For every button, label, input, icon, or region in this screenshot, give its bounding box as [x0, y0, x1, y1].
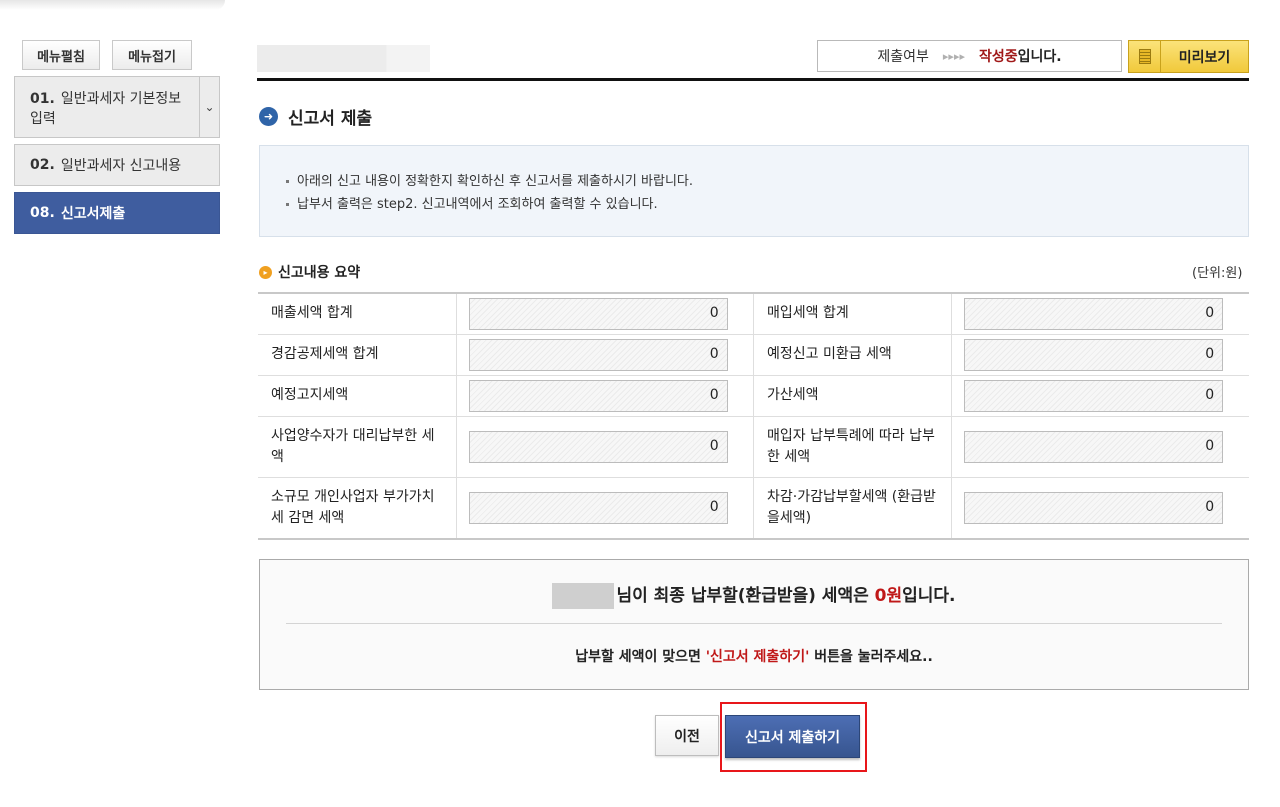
summary-table: 매출세액 합계 0 매입세액 합계 0 경감공제세액 합계 0 예정신고 미환급…: [258, 292, 1249, 540]
value-cell: 0: [952, 293, 1249, 334]
row-label: 매입자 납부특례에 따라 납부한 세액: [753, 416, 951, 477]
sidebar-item-number: 02.: [30, 157, 55, 173]
value-cell: 0: [456, 334, 753, 375]
final-amount-box: 님이 최종 납부할(환급받을) 세액은 0원입니다. 납부할 세액이 맞으면 '…: [259, 559, 1249, 690]
row-label: 예정고지세액: [258, 375, 456, 416]
instruction-quote: '신고서 제출하기': [706, 649, 810, 665]
menu-expand-button[interactable]: 메뉴펼침: [22, 40, 100, 70]
row-label: 매입세액 합계: [753, 293, 951, 334]
instruction-prefix: 납부할 세액이 맞으면: [575, 649, 706, 665]
masked-header-title: [257, 45, 430, 72]
header-divider: [257, 78, 1249, 81]
value-cell: 0: [952, 477, 1249, 539]
preview-button[interactable]: 미리보기: [1128, 40, 1249, 73]
readonly-value-field: 0: [469, 380, 728, 412]
row-label: 차감·가감납부할세액 (환급받을세액): [753, 477, 951, 539]
chevron-down-icon[interactable]: ⌄: [199, 77, 219, 137]
submission-status: 제출여부 ▸▸▸▸ 작성중입니다.: [817, 40, 1122, 72]
readonly-value-field: 0: [964, 298, 1223, 330]
table-row: 사업양수자가 대리납부한 세액 0 매입자 납부특례에 따라 납부한 세액 0: [258, 416, 1249, 477]
row-label: 소규모 개인사업자 부가가치세 감면 세액: [258, 477, 456, 539]
sidebar-item-basic-info[interactable]: 01.일반과세자 기본정보 입력 ⌄: [14, 76, 220, 138]
value-cell: 0: [456, 293, 753, 334]
prev-button[interactable]: 이전: [655, 715, 719, 756]
top-shadow: [0, 0, 225, 10]
value-cell: 0: [952, 334, 1249, 375]
row-label: 경감공제세액 합계: [258, 334, 456, 375]
readonly-value-field: 0: [964, 380, 1223, 412]
bullet-icon: ▸: [259, 266, 272, 279]
instruction-suffix: 버튼을 눌러주세요..: [809, 649, 932, 665]
readonly-value-field: 0: [469, 431, 728, 463]
readonly-value-field: 0: [469, 298, 728, 330]
final-line1-prefix: 님이 최종 납부할(환급받을) 세액은: [616, 586, 874, 606]
preview-label: 미리보기: [1161, 47, 1248, 67]
summary-title-text: 신고내용 요약: [278, 262, 360, 282]
notice-box: 아래의 신고 내용이 정확한지 확인하신 후 신고서를 제출하시기 바랍니다. …: [259, 145, 1249, 237]
table-row: 소규모 개인사업자 부가가치세 감면 세액 0 차감·가감납부할세액 (환급받을…: [258, 477, 1249, 539]
readonly-value-field: 0: [469, 492, 728, 524]
divider: [286, 623, 1222, 624]
value-cell: 0: [952, 375, 1249, 416]
value-cell: 0: [456, 416, 753, 477]
summary-title: ▸ 신고내용 요약: [259, 262, 360, 282]
readonly-value-field: 0: [964, 492, 1223, 524]
sidebar-item-number: 01.: [30, 91, 55, 107]
value-cell: 0: [456, 477, 753, 539]
readonly-value-field: 0: [964, 431, 1223, 463]
readonly-value-field: 0: [469, 339, 728, 371]
final-amount: 0원: [875, 586, 902, 606]
row-label: 매출세액 합계: [258, 293, 456, 334]
menu-collapse-button[interactable]: 메뉴접기: [112, 40, 192, 70]
section-title-text: 신고서 제출: [288, 104, 372, 129]
notice-item: 아래의 신고 내용이 정확한지 확인하신 후 신고서를 제출하시기 바랍니다.: [286, 170, 1222, 193]
sidebar-item-number: 08.: [30, 205, 55, 221]
row-label: 가산세액: [753, 375, 951, 416]
section-title: ➜ 신고서 제출: [259, 104, 372, 129]
status-suffix: 입니다.: [1018, 46, 1062, 66]
table-row: 경감공제세액 합계 0 예정신고 미환급 세액 0: [258, 334, 1249, 375]
readonly-value-field: 0: [964, 339, 1223, 371]
status-value: 작성중: [979, 46, 1018, 66]
menu-controls: 메뉴펼침 메뉴접기: [22, 40, 192, 70]
sidebar-item-label: 일반과세자 신고내용: [61, 155, 181, 175]
value-cell: 0: [456, 375, 753, 416]
unit-label: (단위:원): [1192, 262, 1242, 281]
table-row: 예정고지세액 0 가산세액 0: [258, 375, 1249, 416]
sidebar-item-report-content[interactable]: 02. 일반과세자 신고내용: [14, 144, 220, 186]
notice-item: 납부서 출력은 step2. 신고내역에서 조회하여 출력할 수 있습니다.: [286, 193, 1222, 216]
submit-report-button[interactable]: 신고서 제출하기: [725, 715, 860, 758]
table-row: 매출세액 합계 0 매입세액 합계 0: [258, 293, 1249, 334]
row-label: 사업양수자가 대리납부한 세액: [258, 416, 456, 477]
arrow-right-circle-icon: ➜: [259, 107, 278, 126]
sidebar-item-label: 신고서제출: [61, 203, 125, 223]
final-amount-line: 님이 최종 납부할(환급받을) 세액은 0원입니다.: [260, 581, 1248, 609]
arrows-icon: ▸▸▸▸: [943, 50, 965, 63]
submit-instruction: 납부할 세액이 맞으면 '신고서 제출하기' 버튼을 눌러주세요..: [260, 646, 1248, 666]
value-cell: 0: [952, 416, 1249, 477]
sidebar-item-submit[interactable]: 08. 신고서제출: [14, 192, 220, 234]
document-icon: [1129, 41, 1161, 72]
masked-user-name: [552, 583, 614, 609]
row-label: 예정신고 미환급 세액: [753, 334, 951, 375]
status-label: 제출여부: [877, 46, 929, 66]
final-line1-suffix: 입니다.: [902, 586, 955, 606]
